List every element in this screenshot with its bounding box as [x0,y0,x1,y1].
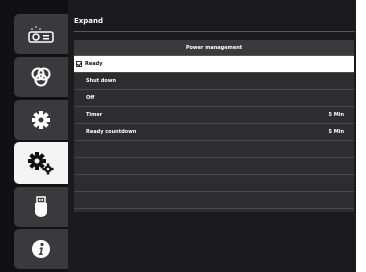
empty-row [74,175,354,192]
menu-row-ready[interactable]: Ready [74,56,354,73]
panel-title: Expand [74,17,104,25]
menu-row-ready-countdown[interactable]: Ready countdown 5 Min [74,124,354,141]
row-label: Timer [86,112,103,118]
row-label: Ready [85,61,103,67]
empty-row [74,158,354,175]
menu-row-shut-down[interactable]: Shut down [74,73,354,90]
empty-row [74,192,354,209]
gear-icon [32,111,50,129]
table-header: Power management [74,40,354,56]
sidebar-item-color[interactable] [14,57,68,97]
color-circles-icon [31,67,51,87]
row-value: 5 Min [328,129,344,135]
title-divider [74,31,355,32]
row-label: Shut down [86,78,117,84]
gears-icon [28,152,54,175]
row-value: 5 Min [328,112,344,118]
row-label: Off [86,95,95,101]
projector-menu-screen: Expand Power management Ready Shut down … [0,0,356,272]
sidebar-item-info[interactable] [14,229,68,269]
sidebar-item-settings[interactable] [14,100,68,140]
projector-icon [28,26,54,43]
empty-row [74,141,354,158]
power-management-table: Power management Ready Shut down Off Tim… [74,40,354,212]
usb-icon [35,196,47,217]
sidebar-item-picture[interactable] [14,14,68,54]
info-icon [32,240,50,258]
menu-row-off[interactable]: Off [74,90,354,107]
menu-row-timer[interactable]: Timer 5 Min [74,107,354,124]
row-label: Ready countdown [86,129,137,135]
sidebar-item-expand[interactable] [14,142,68,184]
sidebar-item-usb[interactable] [14,187,68,227]
sidebar [0,0,68,272]
checkbox-icon [76,61,82,67]
